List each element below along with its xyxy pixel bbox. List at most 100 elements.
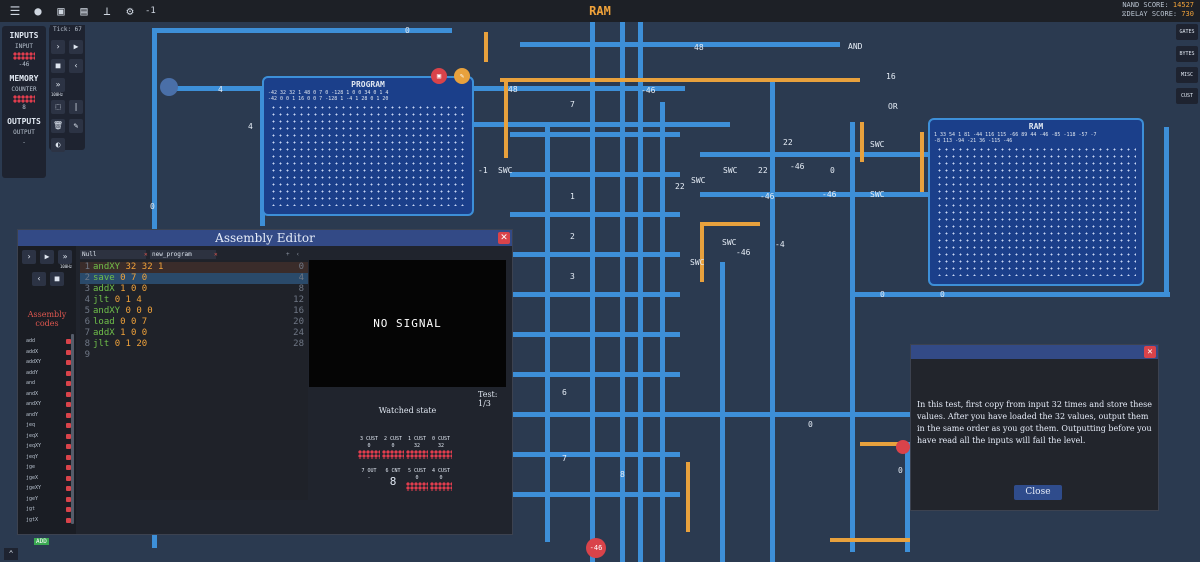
wire: [1164, 127, 1169, 297]
editor-title-bar[interactable]: Assembly Editor ✕: [18, 230, 512, 246]
editor-close-button[interactable]: ✕: [498, 232, 510, 244]
fast-forward-button[interactable]: »: [51, 78, 65, 92]
wire: [770, 82, 775, 562]
swc-gate[interactable]: SWC: [498, 166, 512, 175]
inputs-header: INPUTS: [9, 31, 39, 40]
opcode-item[interactable]: andXY: [26, 401, 41, 407]
tick-counter: Tick: 67: [50, 25, 85, 34]
red-node[interactable]: [896, 440, 910, 454]
code-line[interactable]: 8 jlt 0 1 20 28: [80, 339, 308, 350]
dialog-close-icon[interactable]: ✕: [1144, 346, 1156, 358]
program-component[interactable]: PROGRAM -42 32 32 1 48 0 7 0 -128 1 0 0 …: [262, 76, 474, 216]
code-line[interactable]: 4 jlt 0 1 4 12: [80, 295, 308, 306]
editor-step-button[interactable]: ›: [22, 250, 36, 264]
opcode-item[interactable]: jgtX: [26, 517, 38, 523]
ram-memory-grid: [936, 146, 1136, 276]
editor-stop-button[interactable]: ■: [50, 272, 64, 286]
opcode-item[interactable]: jgeXY: [26, 485, 41, 491]
swc-gate[interactable]: SWC: [870, 190, 884, 199]
tab-misc[interactable]: MISC: [1176, 67, 1198, 83]
editor-step-back-button[interactable]: ‹: [32, 272, 46, 286]
wire-tool-icon[interactable]: |: [69, 100, 83, 114]
chevron-up-icon[interactable]: ⌃: [4, 548, 18, 560]
code-line[interactable]: 3 addX 1 0 0 8: [80, 284, 308, 295]
editor-fast-forward-button[interactable]: »: [58, 250, 72, 264]
code-editor[interactable]: 1 andXY 32 32 1 0 2 save 0 7 0 4 3 addX 1 0 084…: [80, 260, 308, 500]
add-opcode-button[interactable]: ADD: [34, 538, 49, 545]
opcode-item[interactable]: jgt: [26, 506, 35, 512]
program-record-icon[interactable]: ▣: [431, 68, 447, 84]
wire: [510, 132, 680, 137]
opcode-item[interactable]: addXY: [26, 359, 41, 365]
code-line[interactable]: 1 andXY 32 32 1 0: [80, 262, 308, 273]
code-line[interactable]: 6 load 0 0 7 20: [80, 317, 308, 328]
counter-component-icon[interactable]: [13, 95, 35, 103]
stop-button[interactable]: ■: [51, 59, 65, 73]
opcode-item[interactable]: jgeX: [26, 475, 38, 481]
step-button[interactable]: ›: [51, 40, 65, 54]
pencil-icon[interactable]: ✎: [69, 119, 83, 133]
or-gate[interactable]: OR: [888, 102, 898, 111]
instruction-opcode: jlt: [93, 339, 110, 349]
opcode-item[interactable]: jeqY: [26, 454, 38, 460]
counter-component-label[interactable]: COUNTER: [2, 86, 46, 93]
ram-component[interactable]: RAM 1 33 54 1 81 -44 116 115 -66 89 44 -…: [928, 118, 1144, 286]
opcode-item[interactable]: jgeY: [26, 496, 38, 502]
opcode-scrollbar[interactable]: [71, 334, 74, 524]
opcode-item[interactable]: jeq: [26, 422, 35, 428]
output-node[interactable]: -46: [586, 538, 606, 558]
tab-cust[interactable]: CUST: [1176, 88, 1198, 104]
wire-value: 2: [570, 232, 575, 241]
wire-orange: [686, 462, 690, 532]
opcode-item[interactable]: and: [26, 380, 35, 386]
step-back-button[interactable]: ‹: [69, 59, 83, 73]
opcode-item[interactable]: addY: [26, 370, 38, 376]
add-tab-icon[interactable]: +: [284, 250, 292, 259]
instruction-opcode: addX: [93, 328, 115, 338]
opcode-item[interactable]: addX: [26, 349, 38, 355]
register-label: 2 CUST: [383, 436, 403, 442]
select-tool-icon[interactable]: ⬚: [51, 100, 65, 114]
instruction-opcode: andXY: [93, 262, 121, 272]
input-component-icon[interactable]: [13, 52, 35, 60]
close-button[interactable]: Close: [1014, 485, 1062, 500]
swc-gate[interactable]: SWC: [722, 238, 736, 247]
opcode-item[interactable]: jeqXY: [26, 443, 41, 449]
tab-bytes[interactable]: BYTES: [1176, 46, 1198, 62]
code-line[interactable]: 5 andXY 0 0 0 16: [80, 306, 308, 317]
dialog-title-bar[interactable]: ✕: [911, 345, 1158, 359]
tab-gates[interactable]: GATES: [1176, 24, 1198, 40]
opcode-item[interactable]: andY: [26, 412, 38, 418]
opcode-item[interactable]: jeqX: [26, 433, 38, 439]
instruction-args: 0 0 7: [120, 317, 148, 327]
tab-close-icon[interactable]: ✕: [212, 250, 220, 259]
input-component-label[interactable]: INPUT: [2, 43, 46, 50]
swc-gate[interactable]: SWC: [691, 176, 705, 185]
code-line[interactable]: 9: [80, 350, 308, 361]
opcode-item[interactable]: add: [26, 338, 35, 344]
and-gate[interactable]: AND: [848, 42, 862, 51]
input-node[interactable]: [160, 78, 178, 96]
level-info-dialog: ✕ In this test, first copy from input 32…: [910, 344, 1159, 511]
output-component-label[interactable]: OUTPUT: [2, 129, 46, 136]
swc-gate[interactable]: SWC: [723, 166, 737, 175]
play-button[interactable]: ▶: [69, 40, 83, 54]
tab-null[interactable]: Null: [80, 250, 146, 259]
register-value: 0: [367, 443, 371, 449]
opcode-item[interactable]: andX: [26, 391, 38, 397]
opcode-item[interactable]: jge: [26, 464, 35, 470]
program-edit-icon[interactable]: ✎: [454, 68, 470, 84]
trash-icon[interactable]: 🗑: [51, 119, 65, 133]
wire-value: 3: [570, 272, 575, 281]
editor-play-button[interactable]: ▶: [40, 250, 54, 264]
code-line[interactable]: 7 addX 1 0 0 24: [80, 328, 308, 339]
line-number: 2: [84, 273, 90, 283]
swc-gate[interactable]: SWC: [690, 258, 704, 267]
swc-gate[interactable]: SWC: [870, 140, 884, 149]
code-line[interactable]: 2 save 0 7 0 4: [80, 273, 308, 284]
tab-new-program[interactable]: new_program: [150, 250, 216, 259]
tab-close-icon[interactable]: ✕: [142, 250, 150, 259]
color-wheel-icon[interactable]: ◐: [51, 138, 65, 152]
wire: [470, 122, 730, 127]
tab-scroll-icon[interactable]: ‹ ›: [294, 250, 308, 267]
